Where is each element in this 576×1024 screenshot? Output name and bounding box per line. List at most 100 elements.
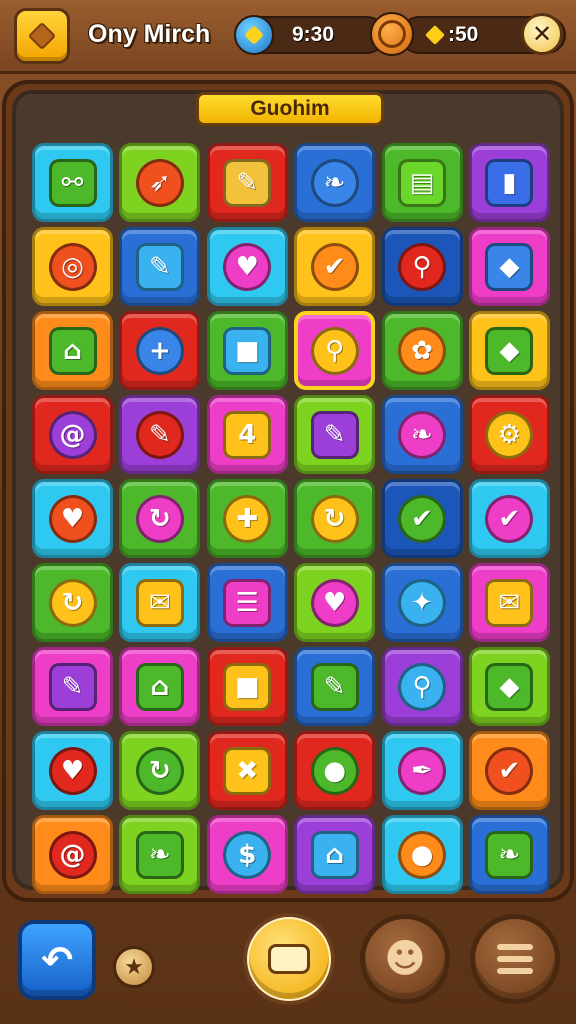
- menu-list-button[interactable]: [470, 914, 560, 1004]
- pencil-icon: ✎: [135, 242, 184, 291]
- tile[interactable]: ♥: [32, 479, 113, 558]
- tile[interactable]: ✎: [119, 395, 201, 474]
- chat-bubble-icon: ✔: [398, 494, 447, 543]
- gem-icon: [425, 25, 445, 45]
- tile[interactable]: ⚲: [381, 647, 463, 726]
- tile[interactable]: ✎: [119, 227, 201, 306]
- envelope-icon: ✉: [485, 578, 534, 627]
- capsule-icon: ▮: [485, 158, 534, 207]
- tile[interactable]: ■: [206, 311, 288, 390]
- box-icon: ◆: [485, 326, 534, 375]
- tile[interactable]: ■: [206, 647, 288, 726]
- undo-icon: ↶: [41, 938, 73, 982]
- tile[interactable]: ↻: [119, 479, 201, 558]
- tile[interactable]: ↻: [119, 731, 201, 810]
- hint-button[interactable]: [243, 913, 335, 1005]
- coin-icon: $: [223, 830, 272, 879]
- tile[interactable]: ♥: [32, 731, 113, 810]
- pen-nib-icon: ✒: [398, 746, 447, 795]
- tile[interactable]: ✔: [468, 479, 550, 558]
- tile[interactable]: ↻: [294, 479, 376, 558]
- tile[interactable]: @: [32, 395, 113, 474]
- ring-icon: ◎: [48, 242, 97, 291]
- tile[interactable]: ✉: [119, 563, 201, 642]
- tile[interactable]: ◎: [32, 227, 113, 306]
- cube-icon: ◆: [485, 662, 534, 711]
- square-icon: ■: [223, 326, 272, 375]
- tile[interactable]: ☰: [206, 563, 288, 642]
- tile[interactable]: 4: [206, 395, 288, 474]
- tile[interactable]: ♥: [206, 227, 288, 306]
- tile[interactable]: $: [206, 815, 288, 894]
- tile[interactable]: @: [32, 815, 113, 894]
- tile[interactable]: ✔: [294, 227, 376, 306]
- tile[interactable]: +: [119, 311, 201, 390]
- tile[interactable]: ✖: [206, 731, 288, 810]
- tile[interactable]: ↻: [32, 563, 113, 642]
- tile[interactable]: ⚲: [381, 227, 463, 306]
- top-bar: Ony Mirch 9:30 :50 ✕: [0, 0, 576, 74]
- tile[interactable]: ⌂: [32, 311, 113, 390]
- tile[interactable]: ⚙: [468, 395, 550, 474]
- tile[interactable]: ✉: [468, 563, 550, 642]
- tile[interactable]: ❧: [119, 815, 201, 894]
- menu-list-icon: [497, 944, 533, 974]
- tile[interactable]: ✎: [32, 647, 113, 726]
- tile[interactable]: ❧: [468, 815, 550, 894]
- bone-icon: ✎: [223, 158, 272, 207]
- tile[interactable]: ➶: [119, 143, 201, 222]
- scroll-icon: ▤: [398, 158, 447, 207]
- pencil-icon: ✎: [48, 662, 97, 711]
- pencil-icon: ✎: [135, 410, 184, 459]
- pen-icon: ✎: [310, 662, 359, 711]
- timer-value: 9:30: [292, 23, 335, 46]
- swirl-icon: @: [48, 830, 97, 879]
- tile[interactable]: ✎: [206, 143, 288, 222]
- ribbon-icon: ✿: [398, 326, 447, 375]
- tile[interactable]: ✔: [381, 479, 463, 558]
- chat-bubble-icon: ●: [310, 746, 359, 795]
- tile[interactable]: ✚: [206, 479, 288, 558]
- refresh-icon: ↻: [135, 494, 184, 543]
- tile[interactable]: ✎: [294, 647, 376, 726]
- undo-button[interactable]: ↶: [18, 920, 96, 1000]
- tile[interactable]: ◆: [468, 227, 550, 306]
- character-icon: ☻: [384, 936, 426, 982]
- tile[interactable]: ✔: [468, 731, 550, 810]
- diamond-icon: [27, 21, 57, 51]
- gear-icon: ⚙: [485, 410, 534, 459]
- tile[interactable]: ❧: [294, 143, 376, 222]
- star-button[interactable]: ★: [113, 946, 155, 988]
- tile[interactable]: ▮: [468, 143, 550, 222]
- close-button[interactable]: ✕: [521, 13, 563, 55]
- tile[interactable]: ❧: [381, 395, 463, 474]
- tile[interactable]: ●: [294, 731, 376, 810]
- number-four-icon: 4: [223, 410, 272, 459]
- refresh-icon: ↻: [135, 746, 184, 795]
- tile[interactable]: ⚯: [32, 143, 113, 222]
- check-coin-icon: ✔: [485, 746, 534, 795]
- tile[interactable]: ⌂: [119, 647, 201, 726]
- gift-icon: ⌂: [48, 326, 97, 375]
- heart-icon: ♥: [223, 242, 272, 291]
- tile[interactable]: ✦: [381, 563, 463, 642]
- magnifier-icon: ⚲: [310, 326, 359, 375]
- leaf-icon: ❧: [485, 830, 534, 879]
- plus-coin-icon: +: [135, 326, 184, 375]
- chat-bubble-icon: ●: [398, 830, 447, 879]
- tile[interactable]: ⌂: [294, 815, 376, 894]
- heart-icon: ♥: [310, 578, 359, 627]
- heart-icon: ♥: [48, 494, 97, 543]
- tile[interactable]: ◆: [468, 311, 550, 390]
- tile[interactable]: ●: [381, 815, 463, 894]
- tile[interactable]: ⚲: [294, 311, 376, 390]
- character-button[interactable]: ☻: [360, 914, 450, 1004]
- tile[interactable]: ✿: [381, 311, 463, 390]
- pen-icon: ✎: [310, 410, 359, 459]
- tile[interactable]: ✒: [381, 731, 463, 810]
- menu-button[interactable]: [14, 8, 70, 64]
- tile[interactable]: ✎: [294, 395, 376, 474]
- tile[interactable]: ▤: [381, 143, 463, 222]
- tile[interactable]: ♥: [294, 563, 376, 642]
- tile[interactable]: ◆: [468, 647, 550, 726]
